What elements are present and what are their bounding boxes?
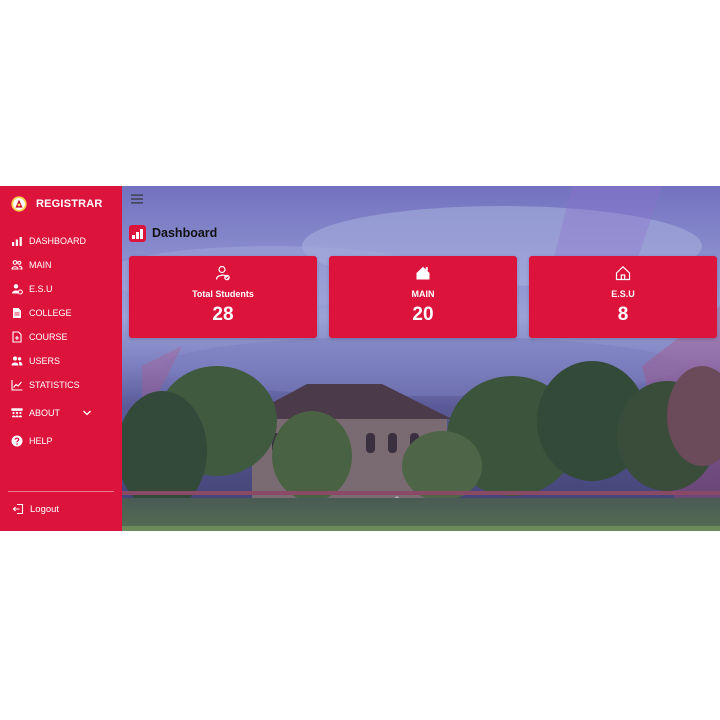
- sidebar-item-label: STATISTICS: [29, 380, 80, 390]
- sidebar-item-label: HELP: [29, 436, 53, 446]
- card-value: 8: [617, 304, 629, 325]
- card-main[interactable]: MAIN 20: [329, 256, 517, 338]
- sidebar-item-about[interactable]: ABOUT: [11, 404, 92, 422]
- logout-label: Logout: [30, 503, 60, 515]
- brand[interactable]: REGISTRAR: [10, 192, 103, 216]
- help-icon: [11, 435, 23, 447]
- sidebar-item-course[interactable]: COURSE: [11, 328, 68, 346]
- sidebar-item-dashboard[interactable]: DASHBOARD: [11, 232, 86, 250]
- users-icon: [11, 356, 23, 366]
- card-label: E.S.U: [611, 289, 635, 299]
- sidebar: REGISTRAR DASHBOARD MAIN E.S.U COLLEGE C…: [0, 186, 122, 531]
- logout-icon: [12, 503, 24, 515]
- card-total-students[interactable]: Total Students 28: [129, 256, 317, 338]
- sidebar-item-label: ABOUT: [29, 408, 61, 418]
- sidebar-item-label: E.S.U: [29, 284, 53, 294]
- app-window: REGISTRAR DASHBOARD MAIN E.S.U COLLEGE C…: [0, 186, 720, 531]
- sidebar-item-label: MAIN: [29, 260, 52, 270]
- sidebar-item-label: USERS: [29, 356, 61, 366]
- user-gear-icon: [12, 284, 23, 295]
- menu-toggle-icon[interactable]: [131, 194, 143, 204]
- logout-button[interactable]: Logout: [12, 501, 59, 517]
- users-outline-icon: [11, 260, 23, 270]
- sidebar-item-users[interactable]: USERS: [11, 352, 60, 370]
- home-filled-icon: [416, 266, 430, 280]
- home-outline-icon: [615, 265, 631, 281]
- card-value: 20: [412, 304, 434, 325]
- sidebar-item-statistics[interactable]: STATISTICS: [11, 376, 80, 394]
- group-icon: [11, 408, 23, 418]
- page-title-text: Dashboard: [152, 226, 218, 240]
- sidebar-item-main[interactable]: MAIN: [11, 256, 52, 274]
- line-chart-icon: [11, 380, 23, 391]
- bar-chart-icon: [12, 237, 22, 246]
- sidebar-item-esu[interactable]: E.S.U: [11, 280, 53, 298]
- sidebar-item-college[interactable]: COLLEGE: [11, 304, 72, 322]
- card-label: Total Students: [192, 289, 254, 299]
- chevron-down-icon[interactable]: [82, 408, 92, 418]
- sidebar-item-label: DASHBOARD: [29, 236, 87, 246]
- registrar-logo-icon: [11, 196, 27, 212]
- dashboard-title-icon: [129, 224, 146, 242]
- sidebar-item-label: COURSE: [29, 332, 68, 342]
- sidebar-item-label: COLLEGE: [29, 308, 72, 318]
- card-value: 28: [212, 304, 234, 325]
- user-check-icon: [215, 265, 230, 281]
- card-label: MAIN: [411, 289, 435, 299]
- sidebar-item-help[interactable]: HELP: [11, 432, 53, 450]
- add-file-icon: [12, 331, 22, 343]
- brand-name: REGISTRAR: [36, 198, 103, 210]
- sidebar-divider: [8, 491, 114, 492]
- document-icon: [13, 308, 21, 318]
- card-esu[interactable]: E.S.U 8: [529, 256, 717, 338]
- main-content: Dashboard Total Students 28 MAIN 20 E.S.…: [122, 186, 720, 531]
- page-title: Dashboard: [129, 223, 217, 243]
